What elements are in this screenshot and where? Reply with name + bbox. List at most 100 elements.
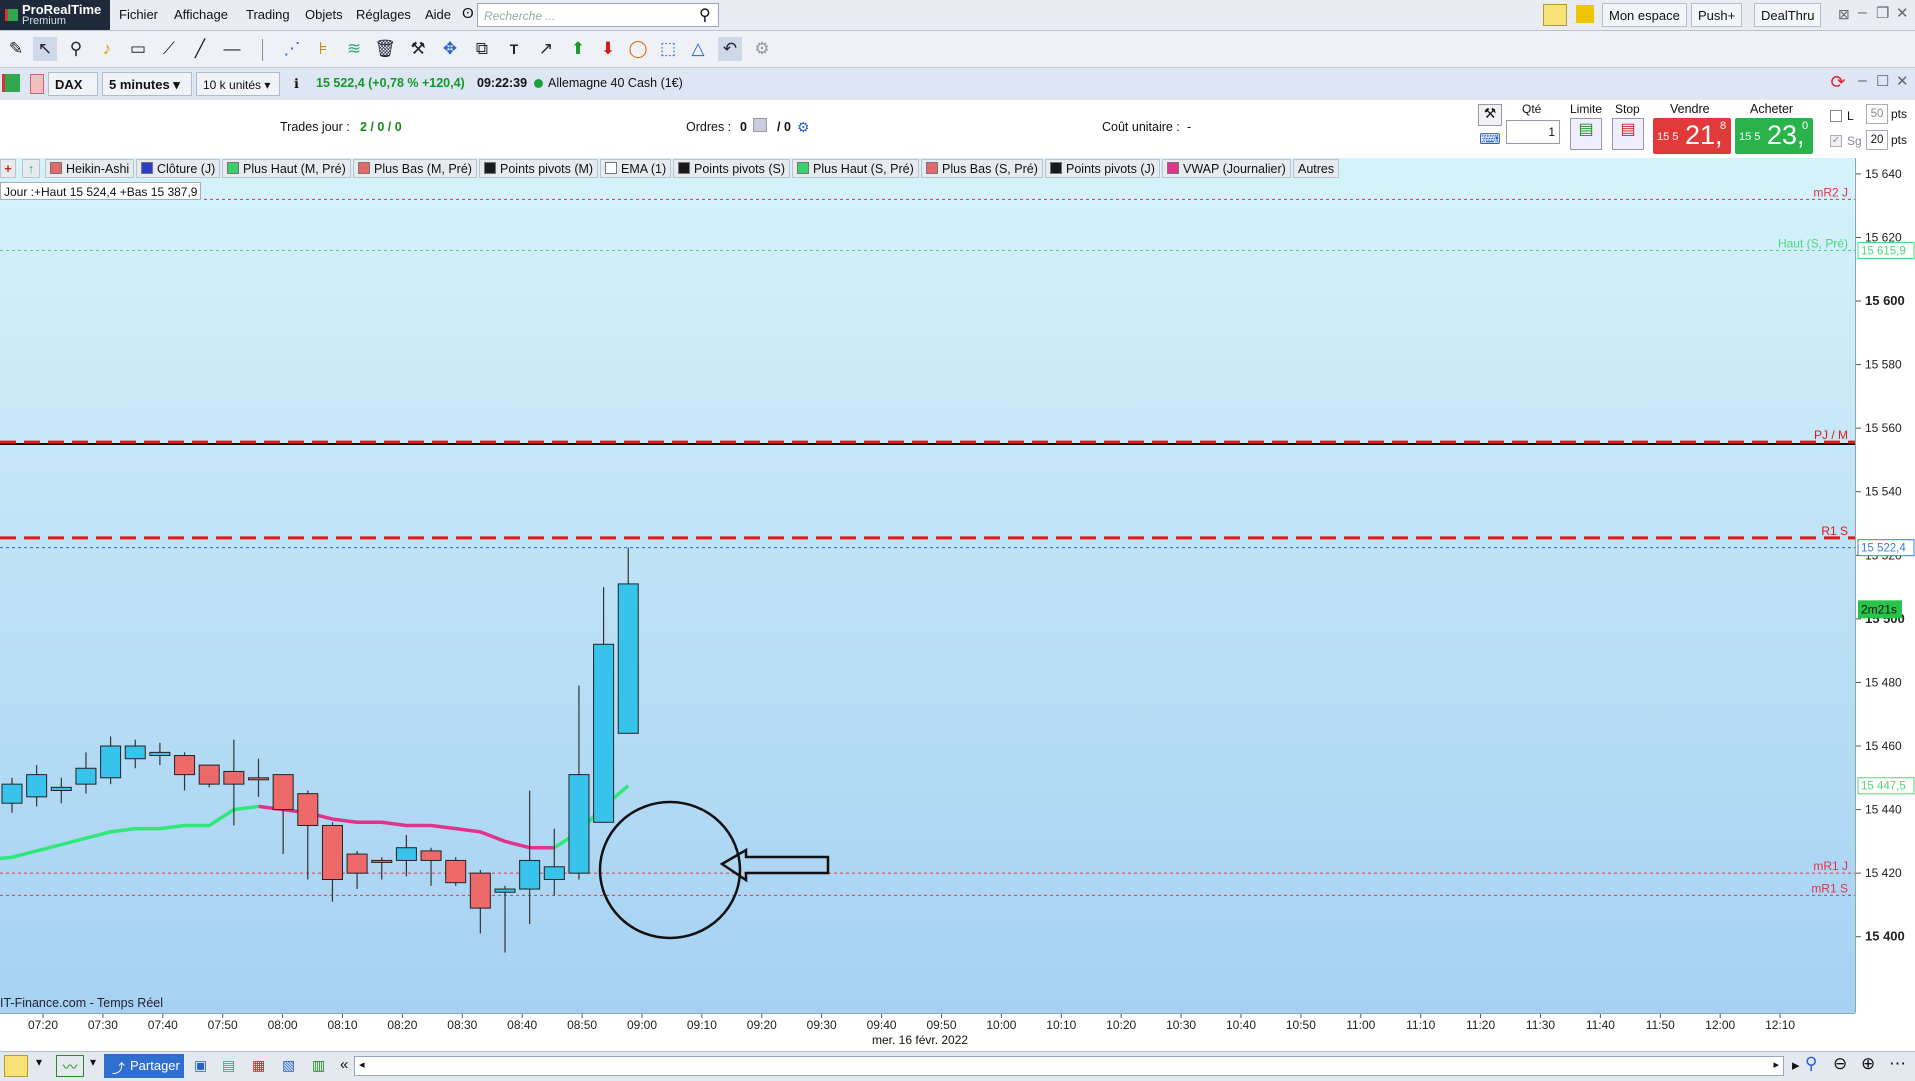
scroll-left-icon[interactable]: ◂ (359, 1058, 365, 1071)
buy-button[interactable]: 15 5 23, 0 (1735, 118, 1813, 154)
chart-type-icon[interactable] (2, 74, 20, 92)
quantity-input[interactable]: 1 (1506, 120, 1560, 144)
indicator-tab[interactable]: Points pivots (S) (673, 159, 791, 178)
more-options-icon[interactable]: ⋯ (1889, 1054, 1906, 1074)
rectangle-icon[interactable]: ⬚ (656, 37, 680, 61)
bottom-dropdown-1[interactable]: ▾ (36, 1055, 42, 1069)
sell-arrow-icon[interactable]: ⬇ (596, 37, 620, 61)
bottom-tool-2-icon[interactable]: ▤ (222, 1057, 235, 1074)
menu-aide[interactable]: Aide (425, 7, 451, 22)
indicator-tab[interactable]: Clôture (J) (136, 159, 221, 178)
settings-gear-icon[interactable]: ⚙ (750, 37, 774, 61)
trash-icon[interactable]: 🗑 (373, 37, 397, 61)
minimize-icon[interactable]: – (1858, 4, 1867, 22)
push-button[interactable]: Push+ (1691, 3, 1743, 27)
app-logo[interactable]: ProRealTime Premium (0, 0, 110, 30)
menu-objets[interactable]: Objets (305, 7, 343, 22)
bottom-dropdown-2[interactable]: ▾ (90, 1055, 96, 1069)
scroll-right-far-icon[interactable]: ▸ (1792, 1056, 1800, 1074)
zoom-out-icon[interactable]: ⊖ (1833, 1054, 1847, 1074)
menu-trading[interactable]: Trading (246, 7, 290, 22)
add-indicator-button[interactable]: + (0, 159, 16, 178)
sell-button[interactable]: 15 5 21, 8 (1653, 118, 1731, 154)
indicator-tab[interactable]: VWAP (Journalier) (1162, 159, 1291, 178)
copy-icon[interactable]: ⧉ (470, 37, 494, 61)
text-tool-icon[interactable]: T (502, 37, 526, 61)
alert-icon[interactable] (30, 74, 44, 94)
zoom-icon[interactable]: ⚲ (64, 37, 88, 61)
timeframe-select[interactable]: 5 minutes ▾ (102, 72, 192, 96)
time-axis[interactable]: 07:20 07:30 07:40 07:50 08:00 08:10 08:20 08:30… (0, 1013, 1855, 1048)
points-input-2[interactable]: 20 (1866, 130, 1888, 150)
horizontal-line-icon[interactable]: — (220, 37, 244, 61)
channel-icon[interactable]: ≋ (342, 37, 366, 61)
close-icon[interactable]: ✕ (1896, 4, 1909, 22)
menu-fichier[interactable]: Fichier (119, 7, 158, 22)
line-icon[interactable]: ╱ (188, 37, 212, 61)
draw-pen-icon[interactable] (1543, 4, 1567, 26)
flag-icon[interactable] (1576, 5, 1594, 23)
mon-espace-button[interactable]: Mon espace (1602, 3, 1687, 27)
fibonacci-icon[interactable]: ⋰ (280, 37, 304, 61)
points-input-1[interactable]: 50 (1866, 104, 1888, 124)
scroll-left-far-icon[interactable]: « (340, 1056, 348, 1073)
indicator-tab[interactable]: Heikin-Ashi (45, 159, 135, 178)
dealthru-button[interactable]: DealThru (1754, 3, 1822, 27)
scroll-right-icon[interactable]: ▸ (1773, 1058, 1779, 1071)
triangle-icon[interactable]: △ (686, 37, 710, 61)
undo-icon[interactable]: ↶ (718, 37, 742, 61)
indicator-tab[interactable]: Points pivots (J) (1045, 159, 1160, 178)
buy-arrow-icon[interactable]: ⬆ (566, 37, 590, 61)
bottom-tool-1-icon[interactable]: ▣ (194, 1057, 207, 1074)
price-axis[interactable]: 15 640 15 620 15 600 15 580 15 560 15 540 15 5… (1855, 158, 1915, 1013)
price-chart[interactable]: mR2 J Haut (S, Pré) PJ / M R1 S mR1 J mR1 S J… (0, 158, 1855, 1013)
arrow-tool-icon[interactable]: ↗ (534, 37, 558, 61)
indicator-tab[interactable]: Plus Haut (S, Pré) (792, 159, 919, 178)
move-icon[interactable]: ✥ (438, 37, 462, 61)
indicator-tab[interactable]: Plus Bas (M, Pré) (353, 159, 477, 178)
search-input[interactable]: Recherche ... (477, 3, 719, 27)
link-icon[interactable]: ʘ (462, 5, 474, 25)
search-icon[interactable]: ⚲ (699, 5, 711, 25)
bottom-draw-icon[interactable] (4, 1055, 28, 1077)
tools-icon[interactable]: ⚒ (406, 37, 430, 61)
segment-icon[interactable]: ⟋ (157, 37, 181, 61)
bottom-tool-5-icon[interactable]: ▥ (312, 1057, 325, 1074)
window-tools-icon[interactable]: ⊠ (1838, 6, 1850, 23)
pointer-icon[interactable]: ↖ (33, 37, 57, 61)
sg-checkbox[interactable]: ✓ (1830, 135, 1842, 147)
limit-order-button[interactable]: ▤ (1570, 118, 1602, 150)
menu-reglages[interactable]: Réglages (356, 7, 411, 22)
bottom-tool-3-icon[interactable]: ▦ (252, 1057, 265, 1074)
chart-style-icon[interactable]: 〰 (56, 1055, 84, 1077)
ruler-icon[interactable]: ▭ (126, 37, 150, 61)
menu-affichage[interactable]: Affichage (174, 7, 228, 22)
chart-canvas[interactable]: mR2 J Haut (S, Pré) PJ / M R1 S mR1 J mR1 S (0, 158, 1855, 1013)
fan-icon[interactable]: ⊧ (311, 37, 335, 61)
l-checkbox[interactable] (1830, 110, 1842, 122)
indicator-tab[interactable]: Autres (1293, 159, 1340, 178)
chart-maximize-icon[interactable]: ☐ (1876, 72, 1889, 90)
units-select[interactable]: 10 k unités ▾ (196, 72, 280, 96)
indicator-tab[interactable]: EMA (1) (600, 159, 672, 178)
keyboard-icon[interactable]: ⌨ (1478, 130, 1502, 150)
restore-icon[interactable]: ❐ (1876, 4, 1889, 22)
alert-bell-icon[interactable]: ♪ (95, 37, 119, 61)
time-scrollbar[interactable]: ◂ ▸ (354, 1056, 1784, 1076)
ellipse-icon[interactable]: ◯ (626, 37, 650, 61)
bottom-tool-4-icon[interactable]: ▧ (282, 1057, 295, 1074)
wrench-icon[interactable]: ⚒ (1478, 104, 1502, 126)
info-icon[interactable]: ℹ (294, 76, 299, 92)
zoom-in-icon[interactable]: ⊕ (1861, 1054, 1875, 1074)
orders-list-icon[interactable] (753, 118, 767, 132)
indicator-tab[interactable]: Points pivots (M) (479, 159, 599, 178)
chart-minimize-icon[interactable]: – (1858, 72, 1867, 90)
orders-settings-icon[interactable]: ⚙ (797, 119, 810, 136)
symbol-select[interactable]: DAX ▾ (48, 72, 98, 116)
indicator-tab[interactable]: Plus Haut (M, Pré) (222, 159, 351, 178)
refresh-icon[interactable]: ⟳ (1826, 72, 1850, 96)
indicator-tab[interactable]: Plus Bas (S, Pré) (921, 159, 1043, 178)
expand-panel-button[interactable]: ↑ (22, 159, 40, 178)
chart-close-icon[interactable]: ✕ (1896, 72, 1909, 90)
zoom-fit-icon[interactable]: ⚲ (1805, 1054, 1817, 1074)
